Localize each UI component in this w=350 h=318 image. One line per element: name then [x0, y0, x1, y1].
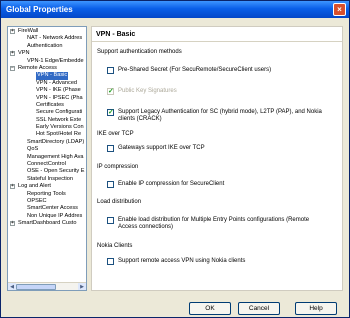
load-distribution-checkbox[interactable]	[107, 217, 114, 224]
section-auth-methods: Support authentication methods	[97, 49, 182, 55]
tree-item[interactable]: OSE - Open Security E	[8, 168, 86, 175]
load-distribution-label-line1: Enable load distribution for Multiple En…	[118, 217, 310, 223]
tree-item-label: VPN	[18, 50, 30, 57]
panel-title: VPN - Basic	[96, 31, 136, 38]
tree-item-label: VPN - Basic	[36, 72, 69, 80]
tree-item-label: Log and Alert	[18, 183, 51, 190]
tree-item-label: VPN-1 Edge/Embedde	[27, 57, 84, 64]
window-title: Global Properties	[6, 5, 73, 14]
tree-item-label: Secure Configurati	[36, 109, 83, 116]
tree-item-label: ConnectControl	[27, 161, 66, 168]
pre-shared-secret-label: Pre-Shared Secret (For SecuRemote/Secure…	[118, 67, 272, 73]
tree-item[interactable]: Early Versions Con	[8, 124, 86, 131]
tree-item[interactable]: + FireWall	[8, 28, 86, 35]
section-ip-compression: IP compression	[97, 164, 139, 170]
tree-rows: + FireWall NAT - Network Addres Authenticat…	[8, 28, 86, 228]
tree-item-label: Management High Ava	[27, 153, 84, 160]
tree-item[interactable]: Certificates	[8, 102, 86, 109]
tree-item[interactable]: VPN-1 Edge/Embedde	[8, 58, 86, 65]
tree-item[interactable]: Reporting Tools	[8, 191, 86, 198]
section-nokia-clients: Nokia Clients	[97, 243, 133, 249]
title-bar: Global Properties ×	[1, 1, 349, 18]
expand-icon[interactable]: +	[10, 51, 15, 57]
scroll-left-icon[interactable]: ◀	[8, 283, 16, 290]
tree-item-label: Certificates	[36, 101, 64, 108]
tree-item-label: OPSEC	[27, 197, 47, 204]
tree-item[interactable]: SmartCenter Access	[8, 205, 86, 212]
pre-shared-secret-checkbox[interactable]	[107, 67, 114, 74]
nokia-vpn-checkbox[interactable]	[107, 258, 114, 265]
cancel-button[interactable]: Cancel	[238, 302, 280, 315]
ip-compression-checkbox[interactable]	[107, 181, 114, 188]
gateways-ike-checkbox[interactable]	[107, 145, 114, 152]
gateways-ike-label: Gateways support IKE over TCP	[118, 145, 205, 151]
section-ike-over-tcp: IKE over TCP	[97, 131, 134, 137]
tree-item-label: VPN - IKE (Phase	[36, 87, 81, 94]
expand-icon[interactable]: +	[10, 221, 15, 227]
tree-item[interactable]: + SmartDashboard Custo	[8, 220, 86, 227]
tree-item[interactable]: SmartDirectory (LDAP)	[8, 139, 86, 146]
tree-item[interactable]: VPN - Advanced	[8, 80, 86, 87]
tree-item-label: VPN - Advanced	[36, 79, 78, 86]
tree-item-label: SmartCenter Access	[27, 205, 78, 212]
tree-item[interactable]: VPN - Basic	[8, 72, 86, 80]
load-distribution-label-line2: Access connections)	[118, 224, 174, 230]
tree-item[interactable]: SSL Network Exte	[8, 117, 86, 124]
collapse-icon[interactable]: −	[10, 65, 15, 71]
tree-item-label: SSL Network Exte	[36, 116, 82, 123]
scroll-thumb[interactable]	[16, 284, 56, 290]
legacy-auth-label-line2: clients (CRACK)	[118, 116, 162, 122]
tree-item-label: Stateful Inspection	[27, 175, 74, 182]
tree-item[interactable]: ConnectControl	[8, 161, 86, 168]
tree-item[interactable]: + Log and Alert	[8, 183, 86, 190]
tree-item[interactable]: + VPN	[8, 50, 86, 57]
help-button[interactable]: Help	[295, 302, 337, 315]
nokia-vpn-label: Support remote access VPN using Nokia cl…	[118, 258, 246, 264]
tree-item[interactable]: OPSEC	[8, 198, 86, 205]
ip-compression-label: Enable IP compression for SecureClient	[118, 181, 225, 187]
tree-item[interactable]: Stateful Inspection	[8, 176, 86, 183]
tree-item-label: QoS	[27, 146, 39, 153]
global-properties-window: Global Properties × + FireWall NAT - Netwo…	[0, 0, 350, 318]
tree-item[interactable]: Secure Configurati	[8, 109, 86, 116]
tree-item-label: Hot Spot/Hotel Re	[36, 131, 82, 138]
section-load-distribution: Load distribution	[97, 199, 142, 205]
public-key-signatures-checkbox[interactable]	[107, 87, 114, 95]
public-key-signatures-label: Public Key Signatures	[118, 88, 177, 94]
legacy-auth-label-line1: Support Legacy Authentication for SC (hy…	[118, 109, 322, 115]
tree-item[interactable]: VPN - IPSEC (Pha	[8, 95, 86, 102]
tree-item-label: Non Unique IP Addres	[27, 212, 83, 219]
tree-item[interactable]: Authentication	[8, 43, 86, 50]
tree-horizontal-scrollbar[interactable]: ◀ ▶	[8, 282, 86, 290]
tree-item[interactable]: Non Unique IP Addres	[8, 213, 86, 220]
tree-item-label: VPN - IPSEC (Pha	[36, 94, 83, 101]
tree-item[interactable]: Management High Ava	[8, 154, 86, 161]
tree-item[interactable]: Hot Spot/Hotel Re	[8, 131, 86, 138]
tree-item-label: SmartDashboard Custo	[18, 220, 77, 227]
tree-item-label: OSE - Open Security E	[27, 168, 85, 175]
tree-item[interactable]: − Remote Access	[8, 65, 86, 72]
close-icon[interactable]: ×	[333, 3, 346, 16]
scroll-right-icon[interactable]: ▶	[78, 283, 86, 290]
legacy-auth-checkbox[interactable]	[107, 108, 114, 116]
tree-item-label: Authentication	[27, 42, 63, 49]
tree-item-label: SmartDirectory (LDAP)	[27, 138, 85, 145]
tree-item-label: Early Versions Con	[36, 124, 84, 131]
ok-button[interactable]: OK	[189, 302, 231, 315]
properties-tree[interactable]: + FireWall NAT - Network Addres Authenticat…	[7, 26, 87, 291]
tree-item-label: Remote Access	[18, 64, 57, 71]
settings-panel: VPN - Basic Support authentication metho…	[91, 26, 343, 291]
tree-item[interactable]: NAT - Network Addres	[8, 35, 86, 42]
tree-item[interactable]: QoS	[8, 146, 86, 153]
title-divider	[92, 41, 342, 42]
tree-item-label: Reporting Tools	[27, 190, 66, 197]
expand-icon[interactable]: +	[10, 184, 15, 190]
tree-item-label: FireWall	[18, 28, 39, 34]
expand-icon[interactable]: +	[10, 29, 15, 34]
tree-item[interactable]: VPN - IKE (Phase	[8, 87, 86, 94]
tree-item-label: NAT - Network Addres	[27, 35, 83, 42]
